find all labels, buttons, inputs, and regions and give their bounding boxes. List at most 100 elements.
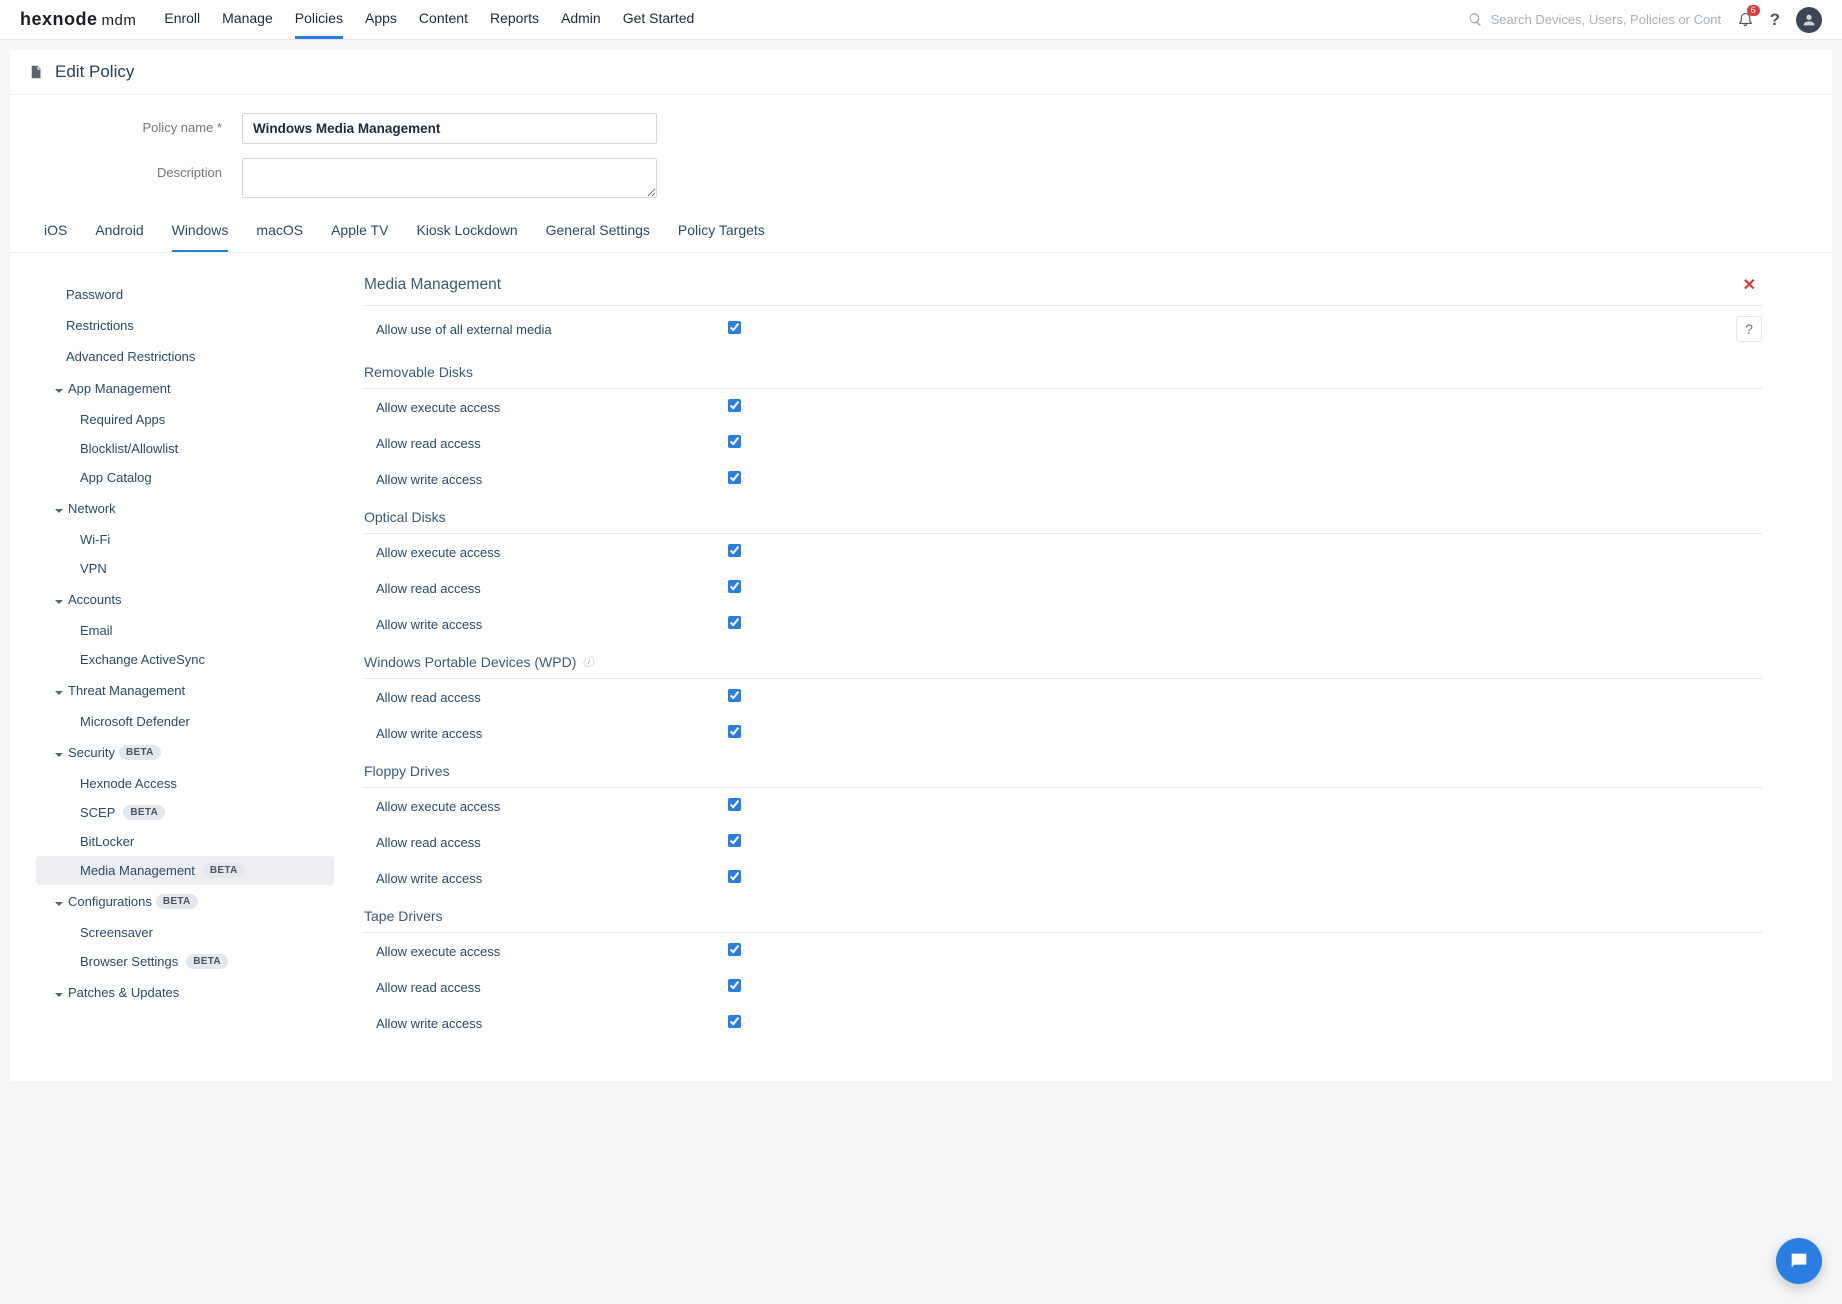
sidebar-group-accounts[interactable]: Accounts — [30, 583, 340, 616]
sidebar-item-scep[interactable]: SCEPBETA — [30, 798, 340, 827]
sidebar-group-label: Network — [68, 501, 116, 516]
setting-label: Allow execute access — [364, 799, 724, 814]
section-header-tape-drivers: Tape Drivers — [364, 896, 1762, 933]
chevron-down-icon — [54, 384, 64, 394]
search-input[interactable] — [1491, 12, 1721, 27]
policy-name-input[interactable] — [242, 113, 657, 144]
setting-row: Allow read access — [364, 679, 1762, 715]
section-title: Windows Portable Devices (WPD) — [364, 654, 576, 670]
info-icon[interactable]: ⓘ — [582, 654, 593, 670]
sidebar-item-bitlocker[interactable]: BitLocker — [30, 827, 340, 856]
sidebar-group-app-management[interactable]: App Management — [30, 372, 340, 405]
sidebar-item-password[interactable]: Password — [30, 279, 340, 310]
setting-row: Allow write access — [364, 606, 1762, 642]
platform-tab-macos[interactable]: macOS — [256, 212, 303, 252]
platform-tab-windows[interactable]: Windows — [172, 212, 229, 252]
setting-label: Allow read access — [364, 690, 724, 705]
setting-row: Allow execute access — [364, 788, 1762, 824]
platform-tab-android[interactable]: Android — [95, 212, 143, 252]
platform-tab-apple-tv[interactable]: Apple TV — [331, 212, 388, 252]
setting-checkbox[interactable] — [728, 616, 741, 632]
sidebar-group-label: Patches & Updates — [68, 985, 179, 1000]
sidebar-item-vpn[interactable]: VPN — [30, 554, 340, 583]
setting-checkbox[interactable] — [728, 471, 741, 487]
beta-badge: BETA — [186, 954, 228, 969]
page-title: Edit Policy — [55, 62, 134, 82]
policy-sidebar: PasswordRestrictionsAdvanced Restriction… — [30, 271, 340, 1041]
sidebar-group-label: Accounts — [68, 592, 121, 607]
sidebar-item-hexnode-access[interactable]: Hexnode Access — [30, 769, 340, 798]
platform-tab-general-settings[interactable]: General Settings — [546, 212, 650, 252]
global-setting-row: Allow use of all external media ? — [364, 306, 1762, 352]
setting-checkbox[interactable] — [728, 580, 741, 596]
sidebar-group-threat-management[interactable]: Threat Management — [30, 674, 340, 707]
global-search[interactable] — [1468, 12, 1721, 27]
page-title-bar: Edit Policy — [10, 50, 1832, 95]
chat-fab[interactable] — [1776, 1238, 1822, 1284]
sidebar-item-media-management[interactable]: Media ManagementBETA — [36, 856, 334, 885]
section-header-floppy-drives: Floppy Drives — [364, 751, 1762, 788]
search-icon — [1468, 12, 1483, 27]
page-container: Edit Policy Policy name * Description iO… — [10, 50, 1832, 1081]
setting-checkbox[interactable] — [728, 689, 741, 705]
setting-checkbox[interactable] — [728, 798, 741, 814]
help-button[interactable]: ? — [1770, 10, 1780, 30]
sidebar-group-network[interactable]: Network — [30, 492, 340, 525]
sidebar-item-app-catalog[interactable]: App Catalog — [30, 463, 340, 492]
setting-help-button[interactable]: ? — [1736, 316, 1762, 342]
sidebar-item-restrictions[interactable]: Restrictions — [30, 310, 340, 341]
sidebar-item-browser-settings[interactable]: Browser SettingsBETA — [30, 947, 340, 976]
sidebar-item-email[interactable]: Email — [30, 616, 340, 645]
topnav-item-reports[interactable]: Reports — [490, 0, 539, 39]
sidebar-item-required-apps[interactable]: Required Apps — [30, 405, 340, 434]
sidebar-item-blocklist-allowlist[interactable]: Blocklist/Allowlist — [30, 434, 340, 463]
platform-tab-ios[interactable]: iOS — [44, 212, 67, 252]
setting-checkbox[interactable] — [728, 1015, 741, 1031]
topnav-item-admin[interactable]: Admin — [561, 0, 601, 39]
setting-row: Allow execute access — [364, 933, 1762, 969]
setting-checkbox[interactable] — [728, 725, 741, 741]
topnav-item-enroll[interactable]: Enroll — [164, 0, 200, 39]
sidebar-group-label: Threat Management — [68, 683, 185, 698]
sidebar-group-configurations[interactable]: ConfigurationsBETA — [30, 885, 340, 918]
setting-label: Allow read access — [364, 436, 724, 451]
setting-row: Allow read access — [364, 570, 1762, 606]
sidebar-item-label: Hexnode Access — [80, 776, 177, 791]
topnav-item-policies[interactable]: Policies — [295, 0, 343, 39]
setting-label: Allow write access — [364, 1016, 724, 1031]
sidebar-item-wi-fi[interactable]: Wi-Fi — [30, 525, 340, 554]
sidebar-item-advanced-restrictions[interactable]: Advanced Restrictions — [30, 341, 340, 372]
section-title: Tape Drivers — [364, 908, 443, 924]
platform-tab-kiosk-lockdown[interactable]: Kiosk Lockdown — [416, 212, 517, 252]
setting-checkbox[interactable] — [728, 834, 741, 850]
topnav-item-content[interactable]: Content — [419, 0, 468, 39]
close-icon[interactable]: ✕ — [1737, 275, 1762, 295]
policy-desc-label: Description — [32, 158, 242, 180]
sidebar-item-screensaver[interactable]: Screensaver — [30, 918, 340, 947]
global-setting-checkbox[interactable] — [728, 321, 741, 337]
topnav-item-manage[interactable]: Manage — [222, 0, 273, 39]
sidebar-group-patches-updates[interactable]: Patches & Updates — [30, 976, 340, 1009]
sidebar-item-label: BitLocker — [80, 834, 134, 849]
topnav-item-get-started[interactable]: Get Started — [623, 0, 695, 39]
notification-badge: 6 — [1747, 5, 1760, 16]
policy-desc-input[interactable] — [242, 158, 657, 198]
beta-badge: BETA — [203, 863, 245, 878]
sidebar-item-exchange-activesync[interactable]: Exchange ActiveSync — [30, 645, 340, 674]
setting-checkbox[interactable] — [728, 943, 741, 959]
notifications-button[interactable]: 6 — [1737, 10, 1754, 30]
setting-label: Allow write access — [364, 871, 724, 886]
setting-checkbox[interactable] — [728, 979, 741, 995]
top-bar: hexnodemdm EnrollManagePoliciesAppsConte… — [0, 0, 1842, 40]
user-avatar[interactable] — [1796, 7, 1822, 33]
sidebar-group-security[interactable]: SecurityBETA — [30, 736, 340, 769]
sidebar-item-microsoft-defender[interactable]: Microsoft Defender — [30, 707, 340, 736]
topnav-item-apps[interactable]: Apps — [365, 0, 397, 39]
setting-checkbox[interactable] — [728, 544, 741, 560]
sidebar-item-label: Wi-Fi — [80, 532, 110, 547]
setting-checkbox[interactable] — [728, 435, 741, 451]
setting-checkbox[interactable] — [728, 870, 741, 886]
setting-label: Allow write access — [364, 617, 724, 632]
platform-tab-policy-targets[interactable]: Policy Targets — [678, 212, 765, 252]
setting-checkbox[interactable] — [728, 399, 741, 415]
